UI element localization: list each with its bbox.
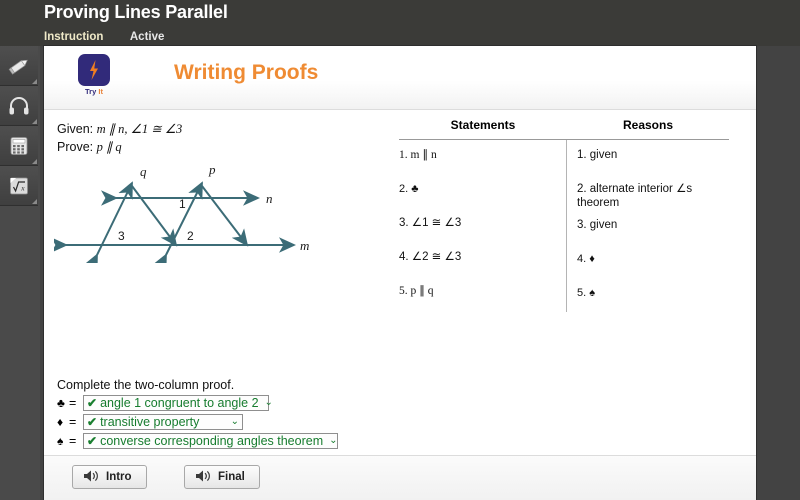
statement-4: 4. ∠2 ≅ ∠3 [399,251,462,263]
check-icon: ✔ [87,433,98,448]
statement-5: 5. p ∥ q [399,285,434,297]
equals-sign: = [69,433,77,448]
dropdown-row-club: ♣ = ✔ angle 1 congruent to angle 2 ⌄ [57,394,338,411]
tab-active[interactable]: Active [130,31,165,43]
panel-title: Writing Proofs [174,61,319,84]
speaker-icon [83,469,99,486]
given-prove-block: Given: m ∥ n, ∠1 ≅ ∠3 Prove: p ∥ q [57,120,182,156]
reason-2: 2. alternate interior ∠s theorem [577,183,693,209]
chevron-down-icon: ⌄ [230,416,239,427]
dropdown-diamond-value: transitive property [100,414,200,429]
header-tabs: Instruction Active [44,27,186,45]
reason-5: 5. ♠ [577,287,596,299]
dropdown-diamond[interactable]: ✔ transitive property ⌄ [83,413,243,430]
spade-symbol: ♠ [57,433,64,448]
diamond-symbol: ♦ [57,414,64,429]
proof-table-header: Statements Reasons [399,112,729,140]
figure-label-p: p [208,162,216,177]
statement-3: 3. ∠1 ≅ ∠3 [399,217,462,229]
figure-angle-3: 3 [118,229,125,243]
geometry-figure: q p n m 1 2 3 [51,158,324,272]
tool-rail: x [0,46,40,500]
final-button-label: Final [218,471,245,483]
prove-line: Prove: p ∥ q [57,138,182,156]
svg-text:x: x [20,183,25,192]
try-it-word2: It [98,87,103,96]
reasons-column: 1. given 2. alternate interior ∠s theore… [567,140,729,312]
figure-label-m: m [300,238,309,253]
equals-sign: = [69,395,77,410]
app-root: Proving Lines Parallel Instruction Activ… [0,0,800,500]
given-label: Given: [57,122,94,136]
complete-proof-instruction: Complete the two-column proof. [57,378,235,392]
dropdown-club-value: angle 1 congruent to angle 2 [100,395,259,410]
check-icon: ✔ [87,414,98,429]
prove-label: Prove: [57,140,94,154]
dropdown-row-diamond: ♦ = ✔ transitive property ⌄ [57,413,338,430]
lightning-bolt-icon [78,54,110,86]
page-title: Proving Lines Parallel [44,2,228,22]
given-line: Given: m ∥ n, ∠1 ≅ ∠3 [57,120,182,138]
club-symbol: ♣ [57,395,65,410]
intro-button-label: Intro [106,471,132,483]
speaker-icon [195,469,211,486]
statements-column: 1. m ∥ n 2. ♣ 3. ∠1 ≅ ∠3 4. ∠2 ≅ ∠3 5. p… [399,140,567,312]
given-value: m ∥ n, ∠1 ≅ ∠3 [96,122,183,136]
chevron-down-icon: ⌄ [329,435,338,446]
pencil-icon[interactable] [0,46,38,86]
column-header-statements: Statements [450,118,516,132]
top-header-bar: Proving Lines Parallel Instruction Activ… [0,0,800,46]
dropdown-club[interactable]: ✔ angle 1 congruent to angle 2 ⌄ [83,394,273,411]
figure-angle-1: 1 [179,197,186,211]
figure-label-q: q [140,164,147,179]
statement-2: 2. ♣ [399,183,419,195]
intro-audio-button[interactable]: Intro [72,465,147,489]
headphones-icon[interactable] [0,86,38,126]
try-it-label: Try It [72,87,116,96]
check-icon: ✔ [87,395,98,410]
square-root-icon[interactable]: x [0,166,38,206]
final-audio-button[interactable]: Final [184,465,260,489]
reason-3: 3. given [577,219,618,231]
figure-label-n: n [266,191,273,206]
dropdown-group: ♣ = ✔ angle 1 congruent to angle 2 ⌄ ♦ =… [57,394,338,451]
statement-1: 1. m ∥ n [399,149,437,161]
tab-instruction[interactable]: Instruction [44,31,103,43]
figure-angle-2: 2 [187,229,194,243]
prove-value: p ∥ q [96,140,122,154]
two-column-proof-table: Statements Reasons 1. m ∥ n 2. ♣ 3. ∠1 ≅… [399,112,729,312]
panel-footer: Intro Final [44,455,756,500]
chevron-down-icon: ⌄ [264,397,273,408]
equals-sign: = [69,414,77,429]
try-it-word1: Try [85,87,97,96]
proof-table-body: 1. m ∥ n 2. ♣ 3. ∠1 ≅ ∠3 4. ∠2 ≅ ∠3 5. p… [399,140,729,312]
dropdown-row-spade: ♠ = ✔ converse corresponding angles theo… [57,432,338,449]
panel-header: Try It Writing Proofs [44,46,756,110]
reason-4: 4. ♦ [577,253,595,265]
try-it-badge: Try It [72,54,116,96]
reason-1: 1. given [577,149,618,161]
calculator-icon[interactable] [0,126,38,166]
column-header-reasons: Reasons [622,118,674,132]
panel-body: Given: m ∥ n, ∠1 ≅ ∠3 Prove: p ∥ q q p n… [44,110,756,455]
content-panel: Try It Writing Proofs Given: m ∥ n, ∠1 ≅… [44,46,756,500]
dropdown-spade-value: converse corresponding angles theorem [100,433,324,448]
dropdown-spade[interactable]: ✔ converse corresponding angles theorem … [83,432,338,449]
